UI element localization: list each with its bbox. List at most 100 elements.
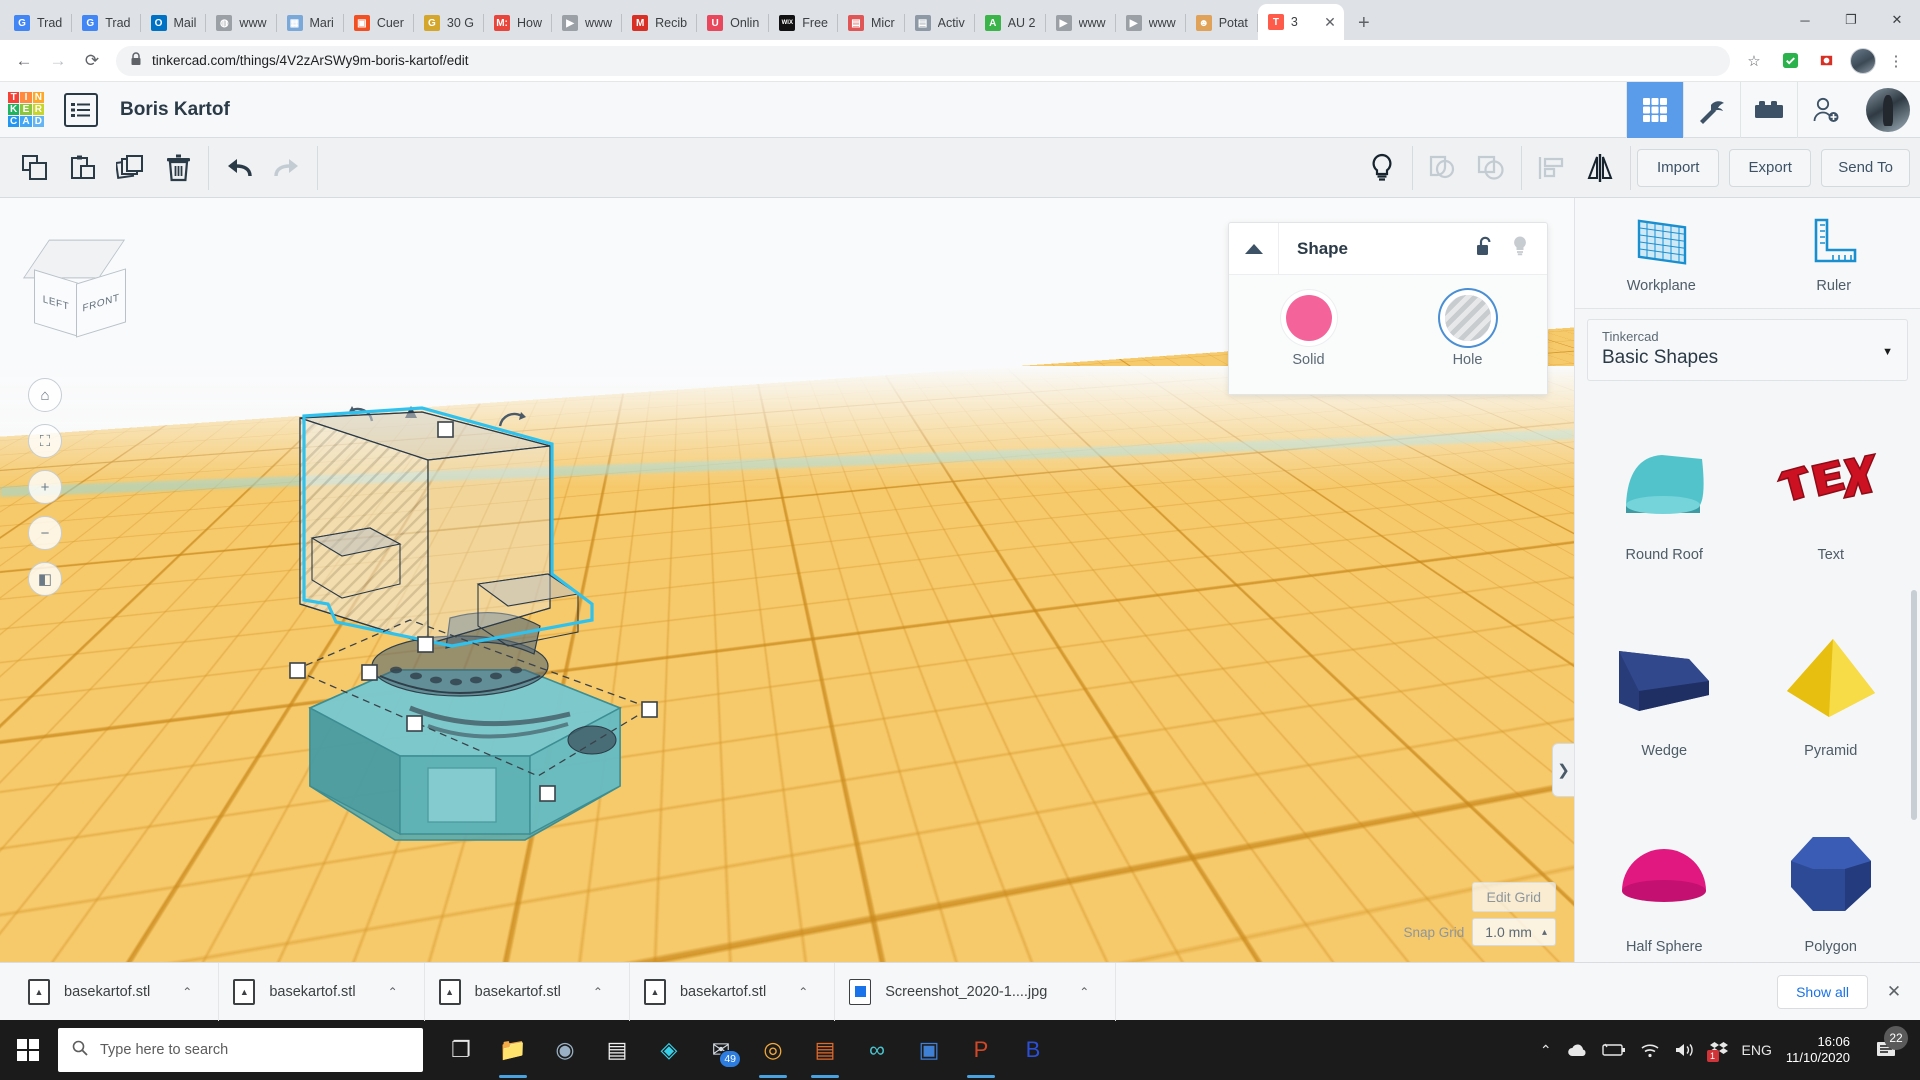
model-object[interactable] — [300, 408, 760, 962]
lightbulb-icon[interactable] — [1358, 144, 1406, 192]
browser-tab[interactable]: ☻Potat — [1186, 6, 1258, 40]
sidebar-item-workplane[interactable]: Workplane — [1575, 198, 1748, 308]
browser-tab[interactable]: ▣Cuer — [344, 6, 414, 40]
shape-library-item[interactable]: Text — [1748, 397, 1915, 589]
browser-tab[interactable]: GTrad — [4, 6, 72, 40]
browser-tab-active[interactable]: T3✕ — [1258, 4, 1344, 40]
ortho-view-icon[interactable]: ◧ — [28, 562, 62, 596]
browser-tab[interactable]: ▶www — [1046, 6, 1116, 40]
browser-tab[interactable]: ◍www — [206, 6, 276, 40]
battery-icon[interactable] — [1602, 1043, 1626, 1057]
reload-button[interactable]: ⟳ — [76, 45, 108, 77]
tray-chevron-icon[interactable]: ⌃ — [1540, 1042, 1552, 1059]
page-title[interactable]: Boris Kartof — [120, 99, 230, 121]
browser-tab[interactable]: AAU 2 — [975, 6, 1046, 40]
import-button[interactable]: Import — [1637, 149, 1719, 187]
shield-check-icon[interactable] — [1774, 45, 1806, 77]
profile-avatar[interactable] — [1850, 48, 1876, 74]
library-selector[interactable]: Tinkercad Basic Shapes ▼ — [1587, 319, 1908, 381]
menu-icon[interactable]: ⋮ — [1880, 45, 1912, 77]
task-view-icon[interactable]: ❐ — [435, 1020, 487, 1080]
download-item[interactable]: ▲basekartof.stl⌃ — [14, 963, 219, 1021]
forward-button[interactable]: → — [42, 45, 74, 77]
download-item-menu-icon[interactable]: ⌃ — [182, 985, 192, 999]
snap-grid-select[interactable]: 1.0 mm ▴ — [1472, 918, 1556, 946]
powerpoint-icon[interactable]: P — [955, 1020, 1007, 1080]
solid-swatch[interactable] — [1286, 295, 1332, 341]
group-icon[interactable] — [1419, 144, 1467, 192]
shape-library-item[interactable]: Half Sphere — [1581, 789, 1748, 962]
back-button[interactable]: ← — [8, 45, 40, 77]
language-indicator[interactable]: ENG — [1742, 1042, 1772, 1058]
infinity-icon[interactable]: ∞ — [851, 1020, 903, 1080]
redo-icon[interactable] — [263, 144, 311, 192]
download-item[interactable]: ▲basekartof.stl⌃ — [425, 963, 630, 1021]
browser-tab[interactable]: ▶www — [552, 6, 622, 40]
pickaxe-icon[interactable] — [1683, 82, 1740, 138]
view-cube-front[interactable]: FRONT — [76, 268, 126, 337]
browser-tab[interactable]: ▤Activ — [905, 6, 975, 40]
browser-tab[interactable]: ▤Micr — [838, 6, 905, 40]
undo-icon[interactable] — [215, 144, 263, 192]
ungroup-icon[interactable] — [1467, 144, 1515, 192]
camera-icon[interactable]: ▣ — [903, 1020, 955, 1080]
taskbar-clock[interactable]: 16:06 11/10/2020 — [1786, 1034, 1850, 1067]
download-item[interactable]: ▲basekartof.stl⌃ — [219, 963, 424, 1021]
mail-icon[interactable]: ✉49 — [695, 1020, 747, 1080]
close-download-bar-button[interactable]: ✕ — [1868, 982, 1920, 1002]
zoom-out-icon[interactable]: − — [28, 516, 62, 550]
shape-library-item[interactable]: Wedge — [1581, 593, 1748, 785]
minimize-button[interactable]: ─ — [1782, 0, 1828, 40]
lightbulb-icon[interactable] — [1511, 235, 1529, 262]
sidebar-item-ruler[interactable]: Ruler — [1748, 198, 1920, 308]
shape-option-hole[interactable]: Hole — [1445, 295, 1491, 368]
tinkercad-logo[interactable]: TINKERCAD — [8, 92, 44, 128]
shape-option-solid[interactable]: Solid — [1286, 295, 1332, 368]
browser-tab[interactable]: ▶www — [1116, 6, 1186, 40]
browser-tab[interactable]: ▦Mari — [277, 6, 344, 40]
microsoft-store-icon[interactable]: ▤ — [591, 1020, 643, 1080]
fit-view-icon[interactable]: ⛶ — [28, 424, 62, 458]
hole-swatch[interactable] — [1445, 295, 1491, 341]
lego-brick-icon[interactable] — [1740, 82, 1797, 138]
zoom-in-icon[interactable]: + — [28, 470, 62, 504]
browser-tab[interactable]: M:How — [484, 6, 552, 40]
alienware-icon[interactable]: ◈ — [643, 1020, 695, 1080]
align-icon[interactable] — [1528, 144, 1576, 192]
paste-icon[interactable] — [58, 144, 106, 192]
duplicate-icon[interactable] — [106, 144, 154, 192]
3d-canvas[interactable]: LEFT FRONT ⌂ ⛶ + − ◧ — [0, 198, 1574, 962]
close-tab-icon[interactable]: ✕ — [1324, 14, 1336, 31]
action-center-icon[interactable]: 22 — [1864, 1040, 1910, 1060]
download-item[interactable]: Screenshot_2020-1....jpg⌃ — [835, 963, 1116, 1021]
browser-tab[interactable]: OMail — [141, 6, 207, 40]
download-item-menu-icon[interactable]: ⌃ — [388, 985, 398, 999]
address-bar[interactable]: tinkercad.com/things/4V2zArSWy9m-boris-k… — [116, 46, 1730, 76]
show-all-downloads-button[interactable]: Show all — [1777, 975, 1868, 1009]
browser-tab[interactable]: G30 G — [414, 6, 484, 40]
browser-tab[interactable]: GTrad — [72, 6, 140, 40]
close-window-button[interactable]: ✕ — [1874, 0, 1920, 40]
download-item-menu-icon[interactable]: ⌃ — [1079, 985, 1089, 999]
file-explorer-icon[interactable]: 📁 — [487, 1020, 539, 1080]
maximize-button[interactable]: ❐ — [1828, 0, 1874, 40]
edit-grid-button[interactable]: Edit Grid — [1472, 882, 1556, 912]
onedrive-icon[interactable] — [1566, 1043, 1588, 1058]
browser-tab[interactable]: UOnlin — [697, 6, 769, 40]
sidebar-scrollbar[interactable] — [1911, 590, 1917, 820]
powerpoint-viewer-icon[interactable]: ▤ — [799, 1020, 851, 1080]
wifi-icon[interactable] — [1640, 1043, 1660, 1058]
star-icon[interactable]: ☆ — [1738, 45, 1770, 77]
grid-icon[interactable] — [1626, 82, 1683, 138]
export-button[interactable]: Export — [1729, 149, 1811, 187]
search-input[interactable]: Type here to search — [58, 1028, 423, 1072]
send-to-button[interactable]: Send To — [1821, 149, 1910, 187]
add-person-icon[interactable] — [1797, 82, 1854, 138]
dropbox-icon[interactable]: 1 — [1710, 1041, 1728, 1059]
copy-icon[interactable] — [10, 144, 58, 192]
view-cube-left[interactable]: LEFT — [34, 269, 78, 336]
home-view-icon[interactable]: ⌂ — [28, 378, 62, 412]
download-item-menu-icon[interactable]: ⌃ — [593, 985, 603, 999]
mirror-icon[interactable] — [1576, 144, 1624, 192]
photoshop-icon[interactable]: B — [1007, 1020, 1059, 1080]
